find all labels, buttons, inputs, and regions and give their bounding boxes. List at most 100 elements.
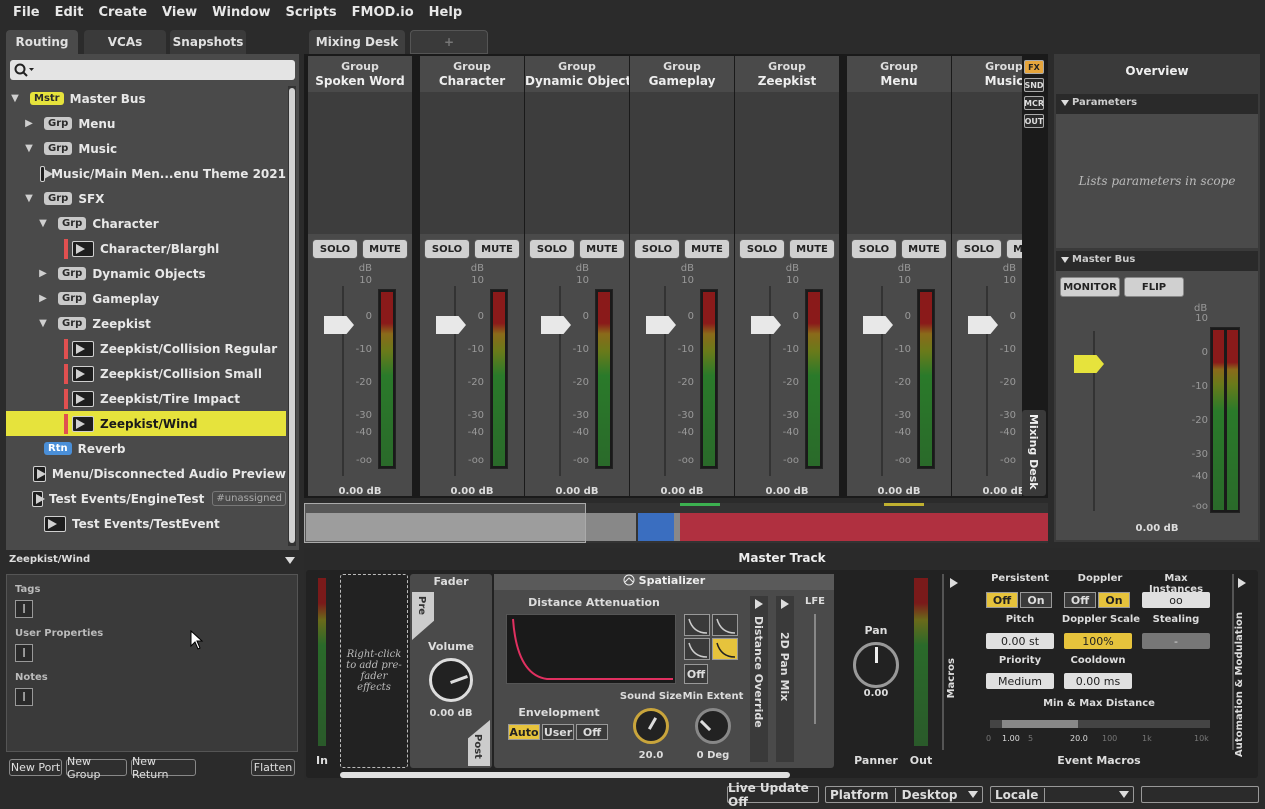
menu-window[interactable]: Window (205, 5, 278, 20)
tree-item[interactable]: ▶ Grp Gameplay (6, 286, 286, 311)
menu-edit[interactable]: Edit (48, 5, 92, 20)
mixing-desk-side-label[interactable]: Mixing Desk (1022, 410, 1046, 496)
automation-expand-icon[interactable] (1238, 578, 1246, 588)
solo-button[interactable]: SOLO (529, 239, 575, 259)
tree-item[interactable]: Test Events/TestEvent (6, 511, 286, 536)
mute-button[interactable]: MUTE (579, 239, 625, 259)
envelopment-auto-button[interactable]: Auto (508, 724, 540, 740)
mute-button[interactable]: MUTE (1006, 239, 1022, 259)
tree-item[interactable]: ▼ Grp Character (6, 211, 286, 236)
macros-expand-icon[interactable] (950, 578, 958, 588)
tags-edit-icon[interactable]: I (15, 600, 33, 618)
expand-open-icon[interactable]: ▼ (22, 143, 36, 154)
sound-size-knob[interactable] (633, 708, 669, 744)
menu-file[interactable]: File (6, 5, 48, 20)
desk-minimap[interactable] (304, 503, 1048, 543)
tree-item[interactable]: Character/Blarghl (6, 236, 286, 261)
max-instances-field[interactable]: oo (1142, 592, 1210, 608)
min-max-distance-slider[interactable] (990, 720, 1210, 728)
master-bus-header[interactable]: Master Bus (1056, 251, 1258, 271)
solo-button[interactable]: SOLO (851, 239, 897, 259)
distance-override-section[interactable]: Distance Override (750, 596, 768, 762)
pan-mix-section[interactable]: 2D Pan Mix (776, 596, 794, 762)
flatten-button[interactable]: Flatten (251, 759, 295, 776)
doppler-off-button[interactable]: Off (1064, 592, 1096, 608)
platform-dropdown[interactable]: Platform Desktop (825, 786, 983, 803)
tree-scrollbar[interactable] (288, 86, 296, 546)
menu-fmodio[interactable]: FMOD.io (345, 5, 422, 20)
tree-item[interactable]: ▼ Grp Music (6, 136, 286, 161)
expand-closed-icon[interactable]: ▶ (22, 118, 36, 129)
curve-off-button[interactable]: Off (684, 664, 708, 684)
solo-button[interactable]: SOLO (956, 239, 1002, 259)
live-update-button[interactable]: Live Update Off (727, 781, 819, 809)
prefader-drop-zone[interactable]: Right-click to add pre-fader effects (340, 574, 408, 768)
user-properties-edit-icon[interactable]: I (15, 644, 33, 662)
lfe-slider[interactable] (814, 614, 816, 724)
menu-scripts[interactable]: Scripts (278, 5, 344, 20)
pitch-field[interactable]: 0.00 st (986, 633, 1054, 649)
envelopment-off-button[interactable]: Off (576, 724, 608, 740)
curve-shape-button[interactable] (684, 614, 710, 636)
menu-create[interactable]: Create (91, 5, 155, 20)
pan-knob[interactable] (853, 642, 899, 688)
expand-open-icon[interactable]: ▼ (36, 318, 50, 329)
expand-closed-icon[interactable]: ▶ (36, 293, 50, 304)
expand-closed-icon[interactable]: ▶ (36, 268, 50, 279)
tree-item[interactable]: Zeepkist/Tire Impact (6, 386, 286, 411)
tree-item[interactable]: ▶ Grp Menu (6, 111, 286, 136)
volume-knob[interactable] (429, 658, 473, 702)
tree-item[interactable]: Zeepkist/Collision Regular (6, 336, 286, 361)
master-fader-knob[interactable] (1074, 355, 1104, 373)
strip-effects-area[interactable] (735, 92, 839, 234)
properties-collapse-icon[interactable] (285, 557, 295, 565)
expand-open-icon[interactable]: ▼ (36, 218, 50, 229)
search-input[interactable] (10, 60, 295, 80)
mute-button[interactable]: MUTE (789, 239, 835, 259)
attenuation-curve[interactable] (506, 614, 676, 684)
doppler-scale-field[interactable]: 100% (1064, 633, 1132, 649)
mute-button[interactable]: MUTE (474, 239, 520, 259)
fx-side-tab[interactable]: FX (1024, 60, 1044, 74)
doppler-on-button[interactable]: On (1098, 592, 1130, 608)
curve-shape-button[interactable] (684, 638, 710, 660)
cooldown-field[interactable]: 0.00 ms (1064, 673, 1132, 689)
tree-item[interactable]: ▼ Mstr Master Bus (6, 86, 286, 111)
strip-effects-area[interactable] (847, 92, 951, 234)
solo-button[interactable]: SOLO (739, 239, 785, 259)
tab-vcas[interactable]: VCAs (84, 30, 166, 54)
flip-button[interactable]: FLIP (1124, 277, 1184, 297)
curve-shape-button[interactable] (712, 638, 738, 660)
expand-open-icon[interactable]: ▼ (22, 193, 36, 204)
mute-button[interactable]: MUTE (901, 239, 947, 259)
new-port-button[interactable]: New Port (9, 759, 62, 776)
tree-item[interactable]: ▶ Grp Dynamic Objects (6, 261, 286, 286)
new-return-button[interactable]: New Return (131, 755, 196, 781)
tree-item[interactable]: Music/Main Men...enu Theme 2021 (6, 161, 286, 186)
locale-dropdown[interactable]: Locale (990, 786, 1134, 803)
curve-shape-button[interactable] (712, 614, 738, 636)
envelopment-user-button[interactable]: User (542, 724, 574, 740)
persistent-on-button[interactable]: On (1020, 592, 1052, 608)
tree-item[interactable]: Test Events/EngineTest #unassigned (6, 486, 286, 511)
menu-help[interactable]: Help (422, 5, 470, 20)
strip-effects-area[interactable] (525, 92, 629, 234)
minimap-viewport[interactable] (304, 503, 586, 543)
solo-button[interactable]: SOLO (312, 239, 358, 259)
tree-item[interactable]: Zeepkist/Collision Small (6, 361, 286, 386)
new-group-button[interactable]: New Group (66, 755, 127, 781)
solo-button[interactable]: SOLO (424, 239, 470, 259)
parameters-header[interactable]: Parameters (1056, 94, 1258, 114)
tab-mixing-desk[interactable]: Mixing Desk (309, 30, 405, 54)
mcr-side-tab[interactable]: MCR (1024, 96, 1044, 110)
tree-item[interactable]: ▼ Grp SFX (6, 186, 286, 211)
mute-button[interactable]: MUTE (362, 239, 408, 259)
tree-item[interactable]: Zeepkist/Wind (6, 411, 286, 436)
stealing-dropdown[interactable]: - (1142, 633, 1210, 649)
strip-effects-area[interactable] (952, 92, 1022, 234)
mute-button[interactable]: MUTE (684, 239, 730, 259)
priority-field[interactable]: Medium (986, 673, 1054, 689)
pre-label[interactable]: Pre (416, 596, 427, 615)
out-side-tab[interactable]: OUT (1024, 114, 1044, 128)
strip-effects-area[interactable] (308, 92, 412, 234)
